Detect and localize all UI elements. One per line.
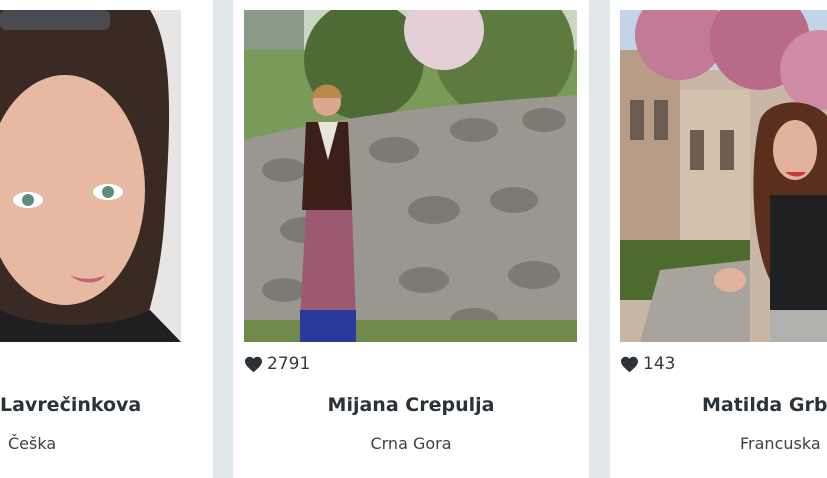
likes-counter[interactable]: 2791 xyxy=(244,354,310,374)
contestant-country: Francuska xyxy=(740,434,821,453)
contestant-photo[interactable] xyxy=(244,10,577,342)
likes-count: 143 xyxy=(643,354,676,374)
contestant-name: Lavrečinkova xyxy=(0,394,142,416)
contestant-name: Matilda Grb xyxy=(702,394,827,416)
contestant-country: Češka xyxy=(8,434,57,453)
contestant-card[interactable]: 143 Matilda Grb Francuska xyxy=(610,0,827,478)
likes-counter[interactable]: 143 xyxy=(620,354,675,374)
heart-icon xyxy=(245,356,262,372)
contestant-name: Mijana Crepulja xyxy=(327,394,495,416)
likes-count: 2791 xyxy=(267,354,311,374)
heart-icon xyxy=(621,356,638,372)
contestant-photo[interactable] xyxy=(0,10,181,342)
contestant-card[interactable]: Lavrečinkova Češka xyxy=(0,0,213,478)
contestant-photo[interactable] xyxy=(620,10,827,342)
contestant-country: Crna Gora xyxy=(370,434,452,453)
contestant-card[interactable]: 2791 Mijana Crepulja Crna Gora xyxy=(233,0,589,478)
